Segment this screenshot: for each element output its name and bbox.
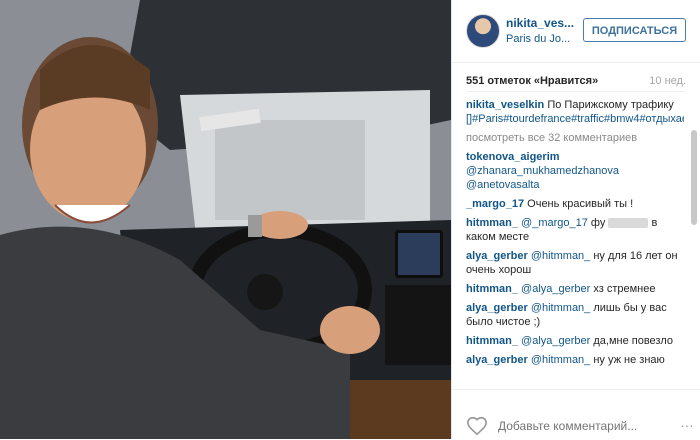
comment-text: Очень красивый ты ! [527,198,634,210]
comment-user[interactable]: alya_gerber [466,354,528,366]
comment-mentions[interactable]: @zhanara_mukhamedzhanova @anetovasalta [466,165,619,191]
comment-text: хз стремнее [593,283,656,295]
comment-mention[interactable]: @alya_gerber [521,283,590,295]
comment-input[interactable] [498,416,678,436]
comments-list[interactable]: nikita_veselkin По Парижскому трафику []… [466,98,684,390]
comment-item: tokenova_aigerim @zhanara_mukhamedzhanov… [466,150,684,192]
comment-mention[interactable]: @hitmman_ [531,250,590,262]
comment-user[interactable]: hitmman_ [466,217,518,229]
comment-user[interactable]: hitmman_ [466,283,518,295]
comment-item: alya_gerber @hitmman_ ну для 16 лет он о… [466,249,684,277]
comment-mention[interactable]: @hitmman_ [531,354,590,366]
comment-item: hitmman_ @_margo_17 фу в каком месте [466,216,684,244]
comment-user[interactable]: _margo_17 [466,198,524,210]
comment-user[interactable]: alya_gerber [466,250,528,262]
post-time: 10 нед. [649,75,686,87]
post-header: nikita_ves... Paris du Jo... ПОДПИСАТЬСЯ [452,0,700,63]
comment-mention[interactable]: @hitmman_ [531,302,590,314]
comment-text: По Парижскому трафику [547,99,674,111]
comment-text: ну уж не знаю [593,354,665,366]
post-location[interactable]: Paris du Jo... [506,33,570,45]
redacted-text [608,218,649,229]
comment-text: да,мне повезло [593,335,674,347]
comment-mention[interactable]: @alya_gerber [521,335,590,347]
view-all-comments-link[interactable]: посмотреть все 32 комментариев [466,131,684,145]
heart-icon[interactable] [466,415,488,437]
comment-item: hitmman_ @alya_gerber да,мне повезло [466,334,684,348]
post-stats: 551 отметок «Нравится» 10 нед. [466,75,686,92]
comment-item: alya_gerber @hitmman_ ну уж не знаю [466,353,684,367]
scrollbar-thumb[interactable] [691,130,697,225]
post-photo [0,0,451,439]
comments-scrollbar[interactable] [691,100,697,390]
comment-item: _margo_17 Очень красивый ты ! [466,197,684,211]
comment-mention[interactable]: @_margo_17 [521,217,588,229]
comment-item: hitmman_ @alya_gerber хз стремнее [466,282,684,296]
comment-user[interactable]: tokenova_aigerim [466,151,560,163]
photo-illustration [0,0,451,439]
comment-user[interactable]: nikita_veselkin [466,99,544,111]
avatar[interactable] [466,14,500,48]
comment-item: alya_gerber @hitmman_ лишь бы у вас было… [466,301,684,329]
follow-button[interactable]: ПОДПИСАТЬСЯ [583,18,686,42]
likes-count[interactable]: 551 отметок «Нравится» [466,75,598,87]
comment-text: фу [590,217,606,229]
comment-user[interactable]: hitmman_ [466,335,518,347]
caption: nikita_veselkin По Парижскому трафику []… [466,98,684,126]
comment-hashtags[interactable]: []#Paris#tourdefrance#traffic#bmw4#отдых… [466,113,684,125]
more-options-icon[interactable]: … [680,414,694,430]
post-author-username[interactable]: nikita_ves... [506,16,574,30]
post-sidebar: nikita_ves... Paris du Jo... ПОДПИСАТЬСЯ… [451,0,700,439]
comment-footer: … [452,389,700,440]
comment-user[interactable]: alya_gerber [466,302,528,314]
